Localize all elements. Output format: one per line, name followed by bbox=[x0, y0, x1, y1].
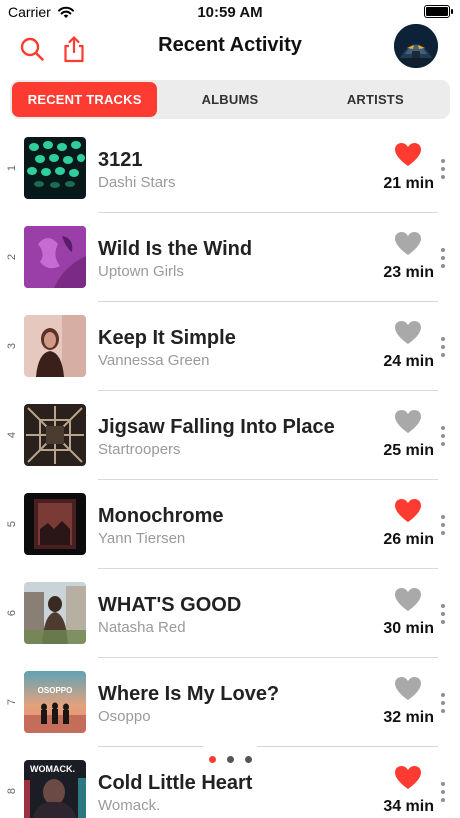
track-duration: 24 min bbox=[383, 353, 434, 370]
avatar[interactable] bbox=[394, 24, 438, 68]
track-index: 2 bbox=[6, 253, 18, 261]
more-options-icon[interactable] bbox=[440, 337, 446, 357]
track-artist: Dashi Stars bbox=[98, 174, 176, 191]
album-cover bbox=[24, 315, 86, 377]
more-options-icon[interactable] bbox=[440, 604, 446, 624]
track-index: 6 bbox=[6, 609, 18, 617]
track-artist: Womack. bbox=[98, 797, 161, 814]
track-duration: 21 min bbox=[383, 175, 434, 192]
track-artist: Uptown Girls bbox=[98, 263, 184, 280]
track-title: Keep It Simple bbox=[98, 327, 236, 349]
heart-icon[interactable] bbox=[394, 676, 422, 701]
album-cover bbox=[24, 226, 86, 288]
track-artist: Vannessa Green bbox=[98, 352, 210, 369]
page-dot[interactable] bbox=[208, 755, 216, 763]
tab-bar: RECENT TRACKS ALBUMS ARTISTS bbox=[10, 80, 450, 119]
track-duration: 25 min bbox=[383, 442, 434, 459]
tab-albums[interactable]: ALBUMS bbox=[157, 82, 302, 117]
track-artist: Osoppo bbox=[98, 708, 151, 725]
track-title: Cold Little Heart bbox=[98, 772, 253, 794]
track-row[interactable]: 1 3121 Dashi Stars 21 min bbox=[0, 124, 460, 213]
track-title: 3121 bbox=[98, 149, 143, 171]
heart-icon[interactable] bbox=[394, 231, 422, 256]
heart-icon[interactable] bbox=[394, 498, 422, 523]
page-dot[interactable] bbox=[244, 755, 252, 763]
heart-icon[interactable] bbox=[394, 409, 422, 434]
track-title: Monochrome bbox=[98, 505, 224, 527]
track-index: 4 bbox=[6, 431, 18, 439]
track-duration: 30 min bbox=[383, 620, 434, 637]
album-cover bbox=[24, 582, 86, 644]
album-cover: OSOPPO bbox=[24, 671, 86, 733]
more-options-icon[interactable] bbox=[440, 159, 446, 179]
album-cover bbox=[24, 137, 86, 199]
album-cover bbox=[24, 493, 86, 555]
track-artist: Startroopers bbox=[98, 441, 181, 458]
album-cover: WOMACK. bbox=[24, 760, 86, 818]
more-options-icon[interactable] bbox=[440, 782, 446, 802]
heart-icon[interactable] bbox=[394, 587, 422, 612]
track-list: 1 3121 Dashi Stars 21 min 2 Wild Is the … bbox=[0, 124, 460, 818]
page-dot[interactable] bbox=[226, 755, 234, 763]
more-options-icon[interactable] bbox=[440, 693, 446, 713]
tab-artists[interactable]: ARTISTS bbox=[303, 82, 448, 117]
status-bar: Carrier 10:59 AM bbox=[0, 0, 460, 24]
track-title: Wild Is the Wind bbox=[98, 238, 253, 260]
track-title: WHAT'S GOOD bbox=[98, 594, 242, 616]
cover-text: OSOPPO bbox=[38, 686, 73, 695]
heart-icon[interactable] bbox=[394, 765, 422, 790]
track-title: Where Is My Love? bbox=[98, 683, 280, 705]
track-row[interactable]: 7 OSOPPO Where Is My Love? Osoppo 32 min bbox=[0, 658, 460, 747]
page-title: Recent Activity bbox=[158, 34, 302, 56]
track-index: 7 bbox=[6, 698, 18, 706]
track-title: Jigsaw Falling Into Place bbox=[98, 416, 335, 438]
track-duration: 34 min bbox=[383, 798, 434, 815]
heart-icon[interactable] bbox=[394, 320, 422, 345]
more-options-icon[interactable] bbox=[440, 515, 446, 535]
track-duration: 32 min bbox=[383, 709, 434, 726]
heart-icon[interactable] bbox=[394, 142, 422, 167]
track-artist: Yann Tiersen bbox=[98, 530, 186, 547]
avatar-image bbox=[394, 24, 438, 68]
album-cover bbox=[24, 404, 86, 466]
cover-text: WOMACK. bbox=[30, 764, 75, 774]
track-index: 1 bbox=[6, 164, 18, 172]
track-row[interactable]: 2 Wild Is the Wind Uptown Girls 23 min bbox=[0, 213, 460, 302]
track-duration: 26 min bbox=[383, 531, 434, 548]
track-index: 3 bbox=[6, 342, 18, 350]
track-duration: 23 min bbox=[383, 264, 434, 281]
track-row[interactable]: 4 Jigsaw Falling Into Place Startroopers… bbox=[0, 391, 460, 480]
track-row[interactable]: 3 Keep It Simple Vannessa Green 24 min bbox=[0, 302, 460, 391]
track-row[interactable]: 5 Monochrome Yann Tiersen 26 min bbox=[0, 480, 460, 569]
track-index: 8 bbox=[6, 787, 18, 795]
navigation-bar: Recent Activity bbox=[0, 24, 460, 74]
track-row[interactable]: 6 WHAT'S GOOD Natasha Red 30 min bbox=[0, 569, 460, 658]
page-indicator[interactable] bbox=[202, 744, 258, 774]
more-options-icon[interactable] bbox=[440, 248, 446, 268]
battery-icon bbox=[424, 5, 453, 18]
more-options-icon[interactable] bbox=[440, 426, 446, 446]
status-time: 10:59 AM bbox=[197, 4, 263, 21]
track-index: 5 bbox=[6, 520, 18, 528]
tab-recent-tracks[interactable]: RECENT TRACKS bbox=[12, 82, 158, 117]
track-artist: Natasha Red bbox=[98, 619, 186, 636]
